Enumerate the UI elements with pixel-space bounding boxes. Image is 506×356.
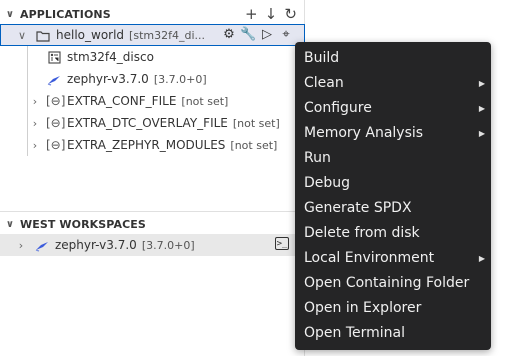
side-panel: ∨ APPLICATIONS + ↓ ↻ ∨ hello_world [stm3… <box>0 0 305 356</box>
submenu-arrow-icon: ▶ <box>478 104 485 113</box>
menu-item-label: Clean <box>304 75 344 91</box>
menu-item-memory-analysis[interactable]: Memory Analysis ▶ <box>295 121 491 146</box>
zephyr-kite-icon <box>34 238 50 252</box>
application-label: hello_world <box>56 28 125 42</box>
chevron-down-icon: ∨ <box>5 218 15 230</box>
extra-zephyr-modules-label: EXTRA_ZEPHYR_MODULES <box>67 138 226 152</box>
extra-conf-file-value: [not set] <box>181 94 229 108</box>
gear-icon[interactable]: ⚙ <box>221 27 237 42</box>
menu-item-label: Run <box>304 150 331 166</box>
applications-actions: + ↓ ↻ <box>245 5 297 23</box>
menu-item-open-terminal[interactable]: Open Terminal <box>295 321 491 346</box>
application-board-item[interactable]: stm32f4_disco <box>0 46 305 68</box>
folder-icon <box>35 28 51 42</box>
extra-conf-file-label: EXTRA_CONF_FILE <box>67 94 177 108</box>
west-workspaces-section-header[interactable]: ∨ WEST WORKSPACES <box>0 213 305 235</box>
menu-item-delete-from-disk[interactable]: Delete from disk <box>295 221 491 246</box>
menu-item-open-containing-folder[interactable]: Open Containing Folder <box>295 271 491 296</box>
extra-dtc-overlay-file-label: EXTRA_DTC_OVERLAY_FILE <box>67 116 228 130</box>
chevron-right-icon[interactable]: › <box>14 239 28 252</box>
applications-title: APPLICATIONS <box>20 7 111 21</box>
chevron-right-icon[interactable]: › <box>28 117 42 130</box>
west-workspaces-title: WEST WORKSPACES <box>20 217 146 231</box>
menu-item-clean[interactable]: Clean ▶ <box>295 71 491 96</box>
submenu-arrow-icon: ▶ <box>478 129 485 138</box>
chevron-right-icon[interactable]: › <box>28 95 42 108</box>
symbol-variable-icon: [⊖] <box>46 94 66 108</box>
submenu-arrow-icon: ▶ <box>478 79 485 88</box>
add-icon[interactable]: + <box>245 5 258 23</box>
terminal-icon[interactable]: >_ <box>275 237 289 250</box>
application-item-hello-world[interactable]: ∨ hello_world [stm32f4_di... ⚙ 🔧 ▷ ⌖ <box>0 24 305 46</box>
menu-item-label: Local Environment <box>304 250 435 266</box>
zephyr-kite-icon <box>46 72 62 86</box>
board-label: stm32f4_disco <box>67 50 154 64</box>
wrench-icon[interactable]: 🔧 <box>240 27 256 42</box>
menu-item-generate-spdx[interactable]: Generate SPDX <box>295 196 491 221</box>
menu-item-label: Delete from disk <box>304 225 420 241</box>
menu-item-configure[interactable]: Configure ▶ <box>295 96 491 121</box>
menu-item-label: Generate SPDX <box>304 200 412 216</box>
section-divider <box>0 211 305 212</box>
context-menu: Build Clean ▶ Configure ▶ Memory Analysi… <box>295 42 491 350</box>
circuit-board-icon <box>46 50 62 64</box>
submenu-arrow-icon: ▶ <box>478 254 485 263</box>
refresh-icon[interactable]: ↻ <box>284 5 297 23</box>
menu-item-local-environment[interactable]: Local Environment ▶ <box>295 246 491 271</box>
extra-zephyr-modules-item[interactable]: › [⊖] EXTRA_ZEPHYR_MODULES [not set] <box>0 134 305 156</box>
menu-item-label: Memory Analysis <box>304 125 424 141</box>
menu-item-run[interactable]: Run <box>295 146 491 171</box>
menu-item-label: Open Terminal <box>304 325 406 341</box>
menu-item-label: Open in Explorer <box>304 300 422 316</box>
chevron-down-icon[interactable]: ∨ <box>15 29 29 42</box>
workspace-version: [3.7.0+0] <box>153 72 207 86</box>
extra-dtc-overlay-file-value: [not set] <box>232 116 280 130</box>
debug-icon[interactable]: ⌖ <box>278 27 294 42</box>
symbol-variable-icon: [⊖] <box>46 116 66 130</box>
menu-item-label: Debug <box>304 175 351 191</box>
workspace-label: zephyr-v3.7.0 <box>67 72 149 86</box>
menu-item-label: Open Containing Folder <box>304 275 470 291</box>
menu-item-label: Configure <box>304 100 372 116</box>
menu-item-label: Build <box>304 50 340 66</box>
extra-conf-file-item[interactable]: › [⊖] EXTRA_CONF_FILE [not set] <box>0 90 305 112</box>
symbol-variable-icon: [⊖] <box>46 138 66 152</box>
menu-item-build[interactable]: Build <box>295 46 491 71</box>
application-board: [stm32f4_di... <box>129 28 205 42</box>
chevron-right-icon[interactable]: › <box>28 139 42 152</box>
run-icon[interactable]: ▷ <box>259 27 275 42</box>
west-workspace-label: zephyr-v3.7.0 <box>55 238 137 252</box>
download-icon[interactable]: ↓ <box>265 5 278 23</box>
west-workspace-version: [3.7.0+0] <box>141 238 195 252</box>
application-row-actions: ⚙ 🔧 ▷ ⌖ <box>221 27 294 42</box>
application-workspace-item[interactable]: zephyr-v3.7.0 [3.7.0+0] <box>0 68 305 90</box>
applications-section-header[interactable]: ∨ APPLICATIONS + ↓ ↻ <box>0 3 305 25</box>
menu-item-debug[interactable]: Debug <box>295 171 491 196</box>
menu-item-open-in-explorer[interactable]: Open in Explorer <box>295 296 491 321</box>
chevron-down-icon: ∨ <box>5 8 15 20</box>
extra-zephyr-modules-value: [not set] <box>230 138 278 152</box>
extra-dtc-overlay-file-item[interactable]: › [⊖] EXTRA_DTC_OVERLAY_FILE [not set] <box>0 112 305 134</box>
west-workspace-item[interactable]: › zephyr-v3.7.0 [3.7.0+0] >_ <box>0 234 305 256</box>
